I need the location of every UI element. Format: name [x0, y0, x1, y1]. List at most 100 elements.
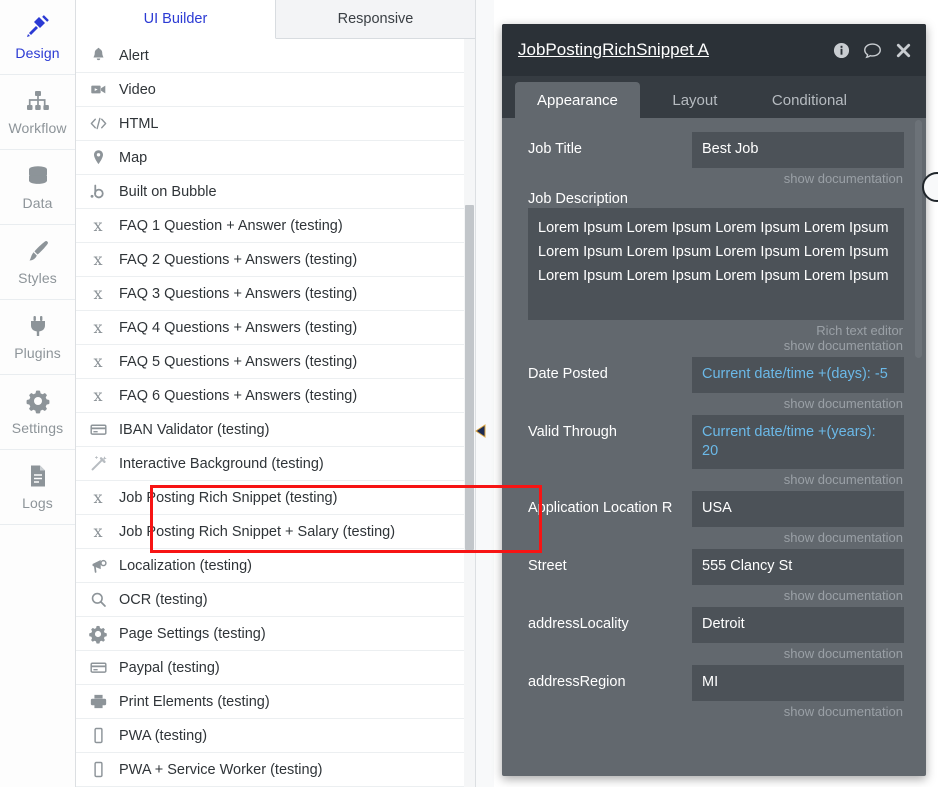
panel-title[interactable]: JobPostingRichSnippet A: [518, 40, 709, 60]
magic-wand-icon: [88, 455, 108, 473]
rail-item-design[interactable]: Design: [0, 0, 75, 75]
panel-scrollbar-thumb[interactable]: [915, 120, 922, 358]
field-value-input[interactable]: Lorem Ipsum Lorem Ipsum Lorem Ipsum Lore…: [528, 208, 904, 320]
list-item[interactable]: x FAQ 1 Question + Answer (testing): [76, 209, 475, 243]
design-tools-icon: [25, 13, 51, 39]
search-icon: [88, 591, 108, 609]
rail-item-styles[interactable]: Styles: [0, 225, 75, 300]
list-item[interactable]: PWA + Service Worker (testing): [76, 753, 475, 787]
field-help[interactable]: show documentation: [528, 527, 904, 545]
field-value-input[interactable]: Current date/time +(days): -5: [692, 357, 904, 393]
list-item[interactable]: Paypal (testing): [76, 651, 475, 685]
plugin-icon: x: [93, 317, 103, 337]
show-documentation-link[interactable]: show documentation: [784, 704, 903, 719]
map-pin-icon: [88, 149, 108, 167]
field-value-input[interactable]: Current date/time +(years): 20: [692, 415, 904, 469]
mobile-phone-icon: [88, 761, 108, 779]
comment-icon[interactable]: [863, 42, 882, 59]
list-item[interactable]: Alert: [76, 39, 475, 73]
field-street: Street 555 Clancy St show documentation: [528, 549, 904, 603]
panel-fields-body: Job Title Best Job show documentation Job D…: [502, 118, 926, 776]
list-item[interactable]: x FAQ 4 Questions + Answers (testing): [76, 311, 475, 345]
list-item-label: HTML: [119, 115, 159, 132]
list-item[interactable]: x FAQ 6 Questions + Answers (testing): [76, 379, 475, 413]
list-item-label: FAQ 2 Questions + Answers (testing): [119, 251, 358, 268]
plugin-icon: x: [93, 487, 103, 507]
field-label: Application Location R: [528, 500, 673, 516]
field-help[interactable]: show documentation: [528, 168, 904, 186]
list-item[interactable]: OCR (testing): [76, 583, 475, 617]
list-item[interactable]: x Job Posting Rich Snippet + Salary (test…: [76, 515, 475, 549]
list-item[interactable]: PWA (testing): [76, 719, 475, 753]
paintbrush-icon: [25, 238, 51, 264]
element-list-scrollbar-thumb[interactable]: [465, 205, 474, 550]
rail-item-plugins[interactable]: Plugins: [0, 300, 75, 375]
list-item-label: Localization (testing): [119, 557, 252, 574]
rail-item-workflow[interactable]: Workflow: [0, 75, 75, 150]
plugin-icon: x: [93, 521, 103, 541]
field-help[interactable]: show documentation: [528, 643, 904, 661]
field-value-input[interactable]: USA: [692, 491, 904, 527]
list-item[interactable]: Map: [76, 141, 475, 175]
field-help[interactable]: show documentation: [528, 701, 904, 719]
field-job-description: Job Description Lorem Ipsum Lorem Ipsum L…: [528, 190, 904, 353]
show-documentation-link[interactable]: show documentation: [784, 530, 903, 545]
show-documentation-link[interactable]: show documentation: [784, 472, 903, 487]
collapse-panel-arrow-icon[interactable]: [474, 423, 488, 439]
list-item-label: FAQ 6 Questions + Answers (testing): [119, 387, 358, 404]
list-item[interactable]: Built on Bubble: [76, 175, 475, 209]
list-item[interactable]: Video: [76, 73, 475, 107]
tab-responsive[interactable]: Responsive: [276, 0, 475, 38]
tab-ui-builder[interactable]: UI Builder: [76, 0, 276, 39]
list-item[interactable]: HTML: [76, 107, 475, 141]
bubble-editor-window: Design Workflow Data Styles Plugins Settings L…: [0, 0, 938, 787]
show-documentation-link[interactable]: show documentation: [784, 396, 903, 411]
list-item[interactable]: x Job Posting Rich Snippet (testing): [76, 481, 475, 515]
field-help[interactable]: Rich text editor show documentation: [528, 320, 904, 353]
field-label: Job Title: [528, 141, 582, 157]
show-documentation-link[interactable]: show documentation: [784, 588, 903, 603]
field-label: addressRegion: [528, 674, 626, 690]
panel-tab-layout[interactable]: Layout: [640, 82, 750, 118]
database-icon: [25, 163, 51, 189]
list-item[interactable]: Print Elements (testing): [76, 685, 475, 719]
field-label: Date Posted: [528, 366, 608, 382]
credit-card-icon: [88, 659, 108, 677]
panel-header: JobPostingRichSnippet A: [502, 24, 926, 76]
field-help[interactable]: show documentation: [528, 469, 904, 487]
field-label: Valid Through: [528, 424, 617, 440]
list-item-label: Alert: [119, 47, 149, 64]
rail-item-logs[interactable]: Logs: [0, 450, 75, 525]
rail-item-label: Plugins: [14, 345, 61, 361]
panel-tab-appearance[interactable]: Appearance: [515, 82, 640, 118]
field-value-input[interactable]: Detroit: [692, 607, 904, 643]
list-item[interactable]: x FAQ 3 Questions + Answers (testing): [76, 277, 475, 311]
list-item[interactable]: Localization (testing): [76, 549, 475, 583]
show-documentation-link[interactable]: show documentation: [784, 646, 903, 661]
code-brackets-icon: [88, 115, 108, 133]
field-value-input[interactable]: 555 Clancy St: [692, 549, 904, 585]
list-item[interactable]: Page Settings (testing): [76, 617, 475, 651]
close-icon[interactable]: [895, 42, 912, 59]
plugin-icon: x: [93, 385, 103, 405]
field-addresslocality: addressLocality Detroit show documentation: [528, 607, 904, 661]
megaphone-icon: [88, 557, 108, 575]
field-help[interactable]: show documentation: [528, 393, 904, 411]
rail-item-settings[interactable]: Settings: [0, 375, 75, 450]
rail-item-data[interactable]: Data: [0, 150, 75, 225]
list-item[interactable]: IBAN Validator (testing): [76, 413, 475, 447]
field-help[interactable]: show documentation: [528, 585, 904, 603]
element-list[interactable]: Alert Video HTML Map Built on Bubble x FAQ 1 Q…: [76, 39, 475, 787]
show-documentation-link[interactable]: show documentation: [784, 338, 903, 353]
list-item[interactable]: x FAQ 5 Questions + Answers (testing): [76, 345, 475, 379]
field-value-input[interactable]: MI: [692, 665, 904, 701]
show-documentation-link[interactable]: show documentation: [784, 171, 903, 186]
list-item[interactable]: Interactive Background (testing): [76, 447, 475, 481]
panel-tab-conditional[interactable]: Conditional: [750, 82, 869, 118]
info-icon[interactable]: [833, 42, 850, 59]
element-palette-column: UI Builder Responsive Alert Video HTML Map Bu…: [76, 0, 542, 787]
field-value-input[interactable]: Best Job: [692, 132, 904, 168]
list-item[interactable]: x FAQ 2 Questions + Answers (testing): [76, 243, 475, 277]
video-camera-icon: [88, 81, 108, 99]
rail-item-label: Design: [15, 45, 60, 61]
